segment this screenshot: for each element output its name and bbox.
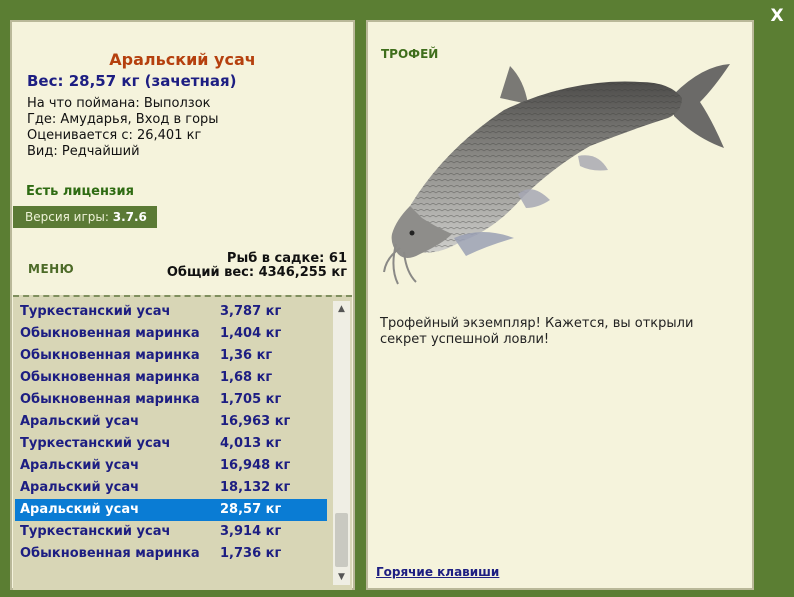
fish-list-name: Туркестанский усач: [20, 524, 171, 539]
menu-button[interactable]: МЕНЮ: [28, 262, 74, 276]
fish-list-weight: 1,705 кг: [220, 392, 282, 407]
fish-list-row[interactable]: Туркестанский усач 4,013 кг: [15, 433, 327, 455]
fish-list-name: Обыкновенная маринка: [20, 392, 200, 407]
fish-list-row[interactable]: Аральский усач 16,948 кг: [15, 455, 327, 477]
fish-list-weight: 3,914 кг: [220, 524, 282, 539]
fish-list-row[interactable]: Аральский усач 16,963 кг: [15, 411, 327, 433]
keepnet-count: Рыб в садке: 61: [226, 251, 347, 266]
fish-list-row[interactable]: Аральский усач 18,132 кг: [15, 477, 327, 499]
trophy-message: Трофейный экземпляр! Кажется, вы открыли…: [380, 316, 694, 347]
fish-list-weight: 18,132 кг: [220, 480, 291, 495]
fish-list-weight: 1,736 кг: [220, 546, 282, 561]
list-scrollbar[interactable]: ▲ ▼: [333, 301, 350, 585]
fish-list-row[interactable]: Обыкновенная маринка 1,36 кг: [15, 345, 327, 367]
fish-list-name: Обыкновенная маринка: [20, 348, 200, 363]
fish-list-name: Туркестанский усач: [20, 436, 171, 451]
fish-list-weight: 16,948 кг: [220, 458, 291, 473]
fish-list-name: Аральский усач: [20, 414, 140, 429]
fish-image: [383, 64, 730, 285]
fish-weight: Вес: 28,57 кг (зачетная): [27, 72, 237, 90]
fish-list-name: Обыкновенная маринка: [20, 326, 200, 341]
scroll-thumb[interactable]: [335, 513, 348, 567]
fish-list-name: Обыкновенная маринка: [20, 370, 200, 385]
scroll-up-arrow-icon[interactable]: ▲: [333, 301, 350, 317]
fish-list: Туркестанский усач 3,787 кг Обыкновенная м…: [13, 295, 352, 590]
value-line: Оценивается с: 26,401 кг: [27, 128, 202, 143]
fish-list-row[interactable]: Туркестанский усач 3,914 кг: [15, 521, 327, 543]
fish-list-row[interactable]: Туркестанский усач 3,787 кг: [15, 301, 327, 323]
fish-list-name: Туркестанский усач: [20, 304, 171, 319]
trophy-panel: ТРОФЕЙ Трофейный экземпляр! Кажется, вы …: [366, 20, 754, 590]
fish-list-name: Аральский усач: [20, 502, 140, 517]
fish-list-weight: 4,013 кг: [220, 436, 282, 451]
fish-list-name: Обыкновенная маринка: [20, 546, 200, 561]
keepnet-total-weight: Общий вес: 4346,255 кг: [166, 265, 347, 280]
version-label: Версия игры:: [25, 210, 109, 224]
close-icon[interactable]: X: [767, 6, 787, 26]
game-version-badge: Версия игры: 3.7.6: [13, 206, 157, 228]
fish-list-row[interactable]: Обыкновенная маринка 1,68 кг: [15, 367, 327, 389]
fish-list-weight: 1,68 кг: [220, 370, 273, 385]
place-line: Где: Амударья, Вход в горы: [27, 112, 219, 127]
fish-list-weight: 3,787 кг: [220, 304, 282, 319]
hotkeys-link[interactable]: Горячие клавиши: [376, 565, 499, 579]
fish-list-weight: 1,404 кг: [220, 326, 282, 341]
license-status: Есть лицензия: [26, 184, 134, 199]
rarity-line: Вид: Редчайший: [27, 144, 140, 159]
fish-list-weight: 1,36 кг: [220, 348, 273, 363]
fish-list-weight: 16,963 кг: [220, 414, 291, 429]
version-value: 3.7.6: [112, 210, 147, 224]
keepnet-stats: Рыб в садке: 61 Общий вес: 4346,255 кг: [167, 252, 347, 280]
fish-list-row[interactable]: Обыкновенная маринка 1,705 кг: [15, 389, 327, 411]
scroll-down-arrow-icon[interactable]: ▼: [333, 569, 350, 585]
fish-list-row[interactable]: Аральский усач 28,57 кг: [15, 499, 327, 521]
fish-name-title: Аральский усач: [109, 50, 256, 69]
fish-list-name: Аральский усач: [20, 480, 140, 495]
fish-list-weight: 28,57 кг: [220, 502, 282, 517]
bait-line: На что поймана: Выползок: [27, 96, 211, 111]
fish-list-name: Аральский усач: [20, 458, 140, 473]
fish-list-row[interactable]: Обыкновенная маринка 1,404 кг: [15, 323, 327, 345]
fish-list-row[interactable]: Обыкновенная маринка 1,736 кг: [15, 543, 327, 565]
catch-info-panel: Аральский усач Вес: 28,57 кг (зачетная) …: [10, 20, 355, 590]
